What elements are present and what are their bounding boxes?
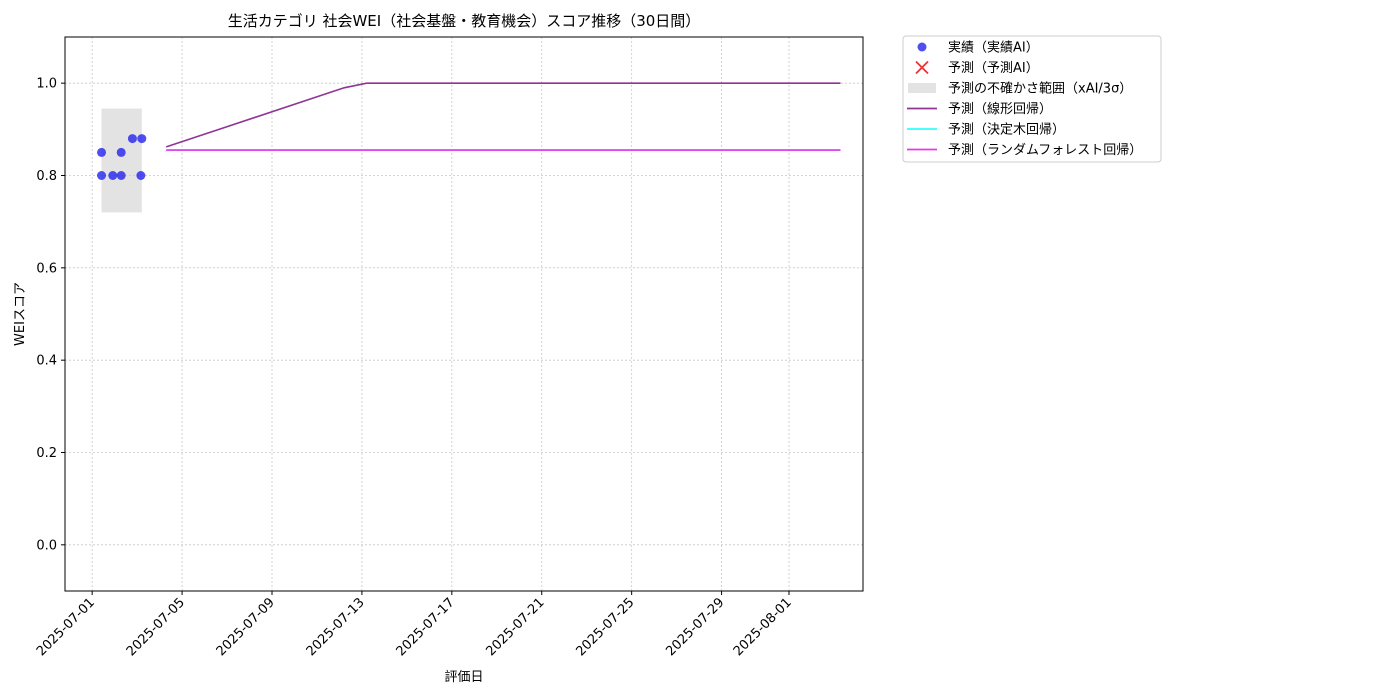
legend-label: 実績（実績AI） [948, 40, 1039, 56]
y-tick-label: 0.6 [36, 261, 57, 276]
data-point [137, 134, 147, 144]
x-tick-label: 2025-07-25 [573, 595, 637, 659]
uncertainty-band-layer [101, 108, 142, 213]
x-axis-label: 評価日 [444, 670, 483, 685]
y-tick-label: 1.0 [36, 77, 57, 92]
data-point [116, 147, 126, 157]
x-tick-label: 2025-07-05 [124, 595, 188, 659]
data-point [116, 171, 126, 180]
plot-background [65, 37, 863, 591]
x-tick-label: 2025-07-09 [214, 595, 278, 659]
legend-marker-circle [917, 42, 927, 52]
y-tick-label: 0.8 [36, 169, 57, 184]
y-tick-label: 0.2 [36, 446, 57, 461]
x-tick-label: 2025-07-01 [34, 595, 98, 659]
y-tick-label: 0.0 [36, 538, 57, 553]
legend-label: 予測（決定木回帰） [948, 122, 1065, 138]
x-tick-label: 2025-07-17 [394, 595, 458, 659]
uncertainty-band [101, 108, 142, 213]
legend-label: 予測（ランダムフォレスト回帰） [948, 142, 1142, 158]
y-axis-label: WEIスコア [13, 282, 28, 346]
chart: 生活カテゴリ 社会WEI（社会基盤・教育機会）スコア推移（30日間） 0.0 0.… [13, 12, 1162, 685]
legend: 実績（実績AI） 予測（予測AI） 予測の不確かさ範囲（xAI/3σ） 予測（線形回帰… [902, 35, 1162, 163]
chart-title: 生活カテゴリ 社会WEI（社会基盤・教育機会）スコア推移（30日間） [228, 12, 701, 30]
x-tick-label: 2025-07-13 [304, 595, 368, 659]
data-point [108, 171, 118, 180]
data-point [136, 171, 146, 180]
legend-label: 予測の不確かさ範囲（xAI/3σ） [948, 81, 1132, 97]
legend-swatch-band [908, 83, 936, 93]
data-point [97, 147, 107, 157]
x-tick-label: 2025-07-29 [663, 595, 727, 659]
legend-label: 予測（線形回帰） [948, 101, 1052, 117]
plot-area [65, 37, 863, 591]
x-tick-label: 2025-07-21 [484, 595, 548, 659]
y-tick-label: 0.4 [36, 354, 57, 369]
data-point [97, 171, 107, 180]
x-tick-label: 2025-08-01 [731, 595, 795, 659]
data-point [127, 134, 137, 144]
legend-label: 予測（予測AI） [948, 61, 1039, 76]
